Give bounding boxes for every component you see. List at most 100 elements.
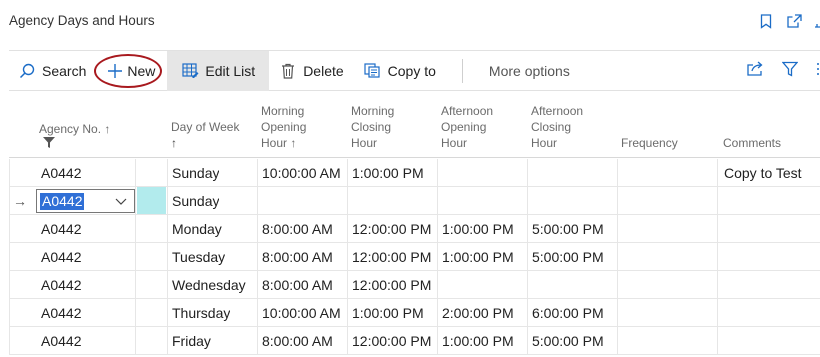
cell-agency-no[interactable]: A0442: [37, 215, 81, 243]
cell-comments[interactable]: [720, 327, 724, 355]
table-row[interactable]: A0442 Monday 8:00:00 AM 12:00:00 PM 1:00:00 …: [9, 215, 820, 243]
cell-morning-closing-hour[interactable]: 12:00:00 PM: [348, 243, 431, 271]
column-comments[interactable]: Comments: [723, 135, 781, 151]
copy-to-button[interactable]: Copy to: [354, 51, 446, 91]
column-filter-icon: [43, 137, 55, 148]
cell-afternoon-closing-hour[interactable]: [528, 271, 532, 299]
header-line: Hour ↑: [261, 136, 297, 150]
cell-afternoon-opening-hour[interactable]: 1:00:00 PM: [438, 215, 514, 243]
cell-day-of-week[interactable]: Monday: [168, 215, 222, 243]
column-morning-opening-hour[interactable]: Morning Opening Hour ↑: [261, 103, 306, 151]
cell-comments[interactable]: [720, 187, 724, 215]
cell-afternoon-closing-hour[interactable]: 5:00:00 PM: [528, 215, 604, 243]
search-button[interactable]: Search: [9, 51, 96, 91]
header-line: Morning: [351, 104, 395, 118]
page-title: Agency Days and Hours: [9, 13, 155, 28]
header-line: Closing: [351, 120, 392, 134]
table-row[interactable]: A0442 Wednesday 8:00:00 AM 12:00:00 PM: [9, 271, 820, 299]
cell-afternoon-opening-hour[interactable]: 2:00:00 PM: [438, 299, 514, 327]
cell-frequency[interactable]: [618, 187, 622, 215]
cell-frequency[interactable]: [618, 327, 622, 355]
cell-divider: [717, 243, 718, 271]
cell-afternoon-closing-hour[interactable]: [528, 159, 532, 187]
header-line: Hour: [351, 136, 378, 150]
table-row[interactable]: → A0442 Sunday: [9, 187, 820, 215]
table-row[interactable]: A0442 Friday 8:00:00 AM 12:00:00 PM 1:00:00 …: [9, 327, 820, 355]
column-afternoon-opening-hour[interactable]: Afternoon Opening Hour: [441, 103, 493, 151]
cell-morning-opening-hour[interactable]: 8:00:00 AM: [258, 271, 333, 299]
cell-morning-closing-hour[interactable]: 1:00:00 PM: [348, 159, 424, 187]
column-frequency[interactable]: Frequency: [621, 135, 678, 151]
more-vertical-icon[interactable]: [816, 61, 820, 82]
cell-afternoon-opening-hour[interactable]: [438, 159, 442, 187]
cell-afternoon-closing-hour[interactable]: 5:00:00 PM: [528, 327, 604, 355]
cell-frequency[interactable]: [618, 215, 622, 243]
cell-day-of-week[interactable]: Sunday: [168, 159, 219, 187]
cell-comments[interactable]: [720, 299, 724, 327]
cell-agency-no[interactable]: A0442: [37, 159, 81, 187]
cell-morning-opening-hour[interactable]: 10:00:00 AM: [258, 299, 341, 327]
open-new-window-icon[interactable]: [786, 12, 802, 30]
cell-agency-no[interactable]: A0442: [37, 271, 81, 299]
cell-agency-no[interactable]: A0442: [37, 327, 81, 355]
cell-morning-opening-hour[interactable]: 8:00:00 AM: [258, 327, 333, 355]
column-day-of-week[interactable]: Day of Week ↑: [171, 119, 239, 151]
cell-morning-closing-hour[interactable]: [348, 187, 352, 215]
cell-morning-opening-hour[interactable]: 8:00:00 AM: [258, 243, 333, 271]
delete-button[interactable]: Delete: [269, 51, 353, 91]
cell-divider: [717, 271, 718, 299]
more-options-button[interactable]: More options: [479, 51, 580, 91]
cell-morning-closing-hour[interactable]: 12:00:00 PM: [348, 327, 431, 355]
header-line: Morning: [261, 104, 305, 118]
agency-no-input[interactable]: A0442: [36, 189, 135, 213]
cell-afternoon-closing-hour[interactable]: 6:00:00 PM: [528, 299, 604, 327]
cell-day-of-week[interactable]: Wednesday: [168, 271, 246, 299]
cell-afternoon-closing-hour[interactable]: 5:00:00 PM: [528, 243, 604, 271]
cell-frequency[interactable]: [618, 159, 622, 187]
cell-morning-closing-hour[interactable]: 12:00:00 PM: [348, 215, 431, 243]
header-line: Closing: [531, 120, 572, 134]
table-row[interactable]: A0442 Thursday 10:00:00 AM 1:00:00 PM 2:00:0…: [9, 299, 820, 327]
cell-day-of-week[interactable]: Thursday: [168, 299, 230, 327]
cell-frequency[interactable]: [618, 243, 622, 271]
table-row[interactable]: A0442 Tuesday 8:00:00 AM 12:00:00 PM 1:00:00…: [9, 243, 820, 271]
bookmark-icon[interactable]: [758, 12, 774, 30]
table-row[interactable]: A0442 Sunday 10:00:00 AM 1:00:00 PM Copy to …: [9, 159, 820, 187]
cell-morning-opening-hour[interactable]: [258, 187, 262, 215]
cell-afternoon-closing-hour[interactable]: [528, 187, 532, 215]
cell-morning-closing-hour[interactable]: 12:00:00 PM: [348, 271, 431, 299]
cell-morning-closing-hour[interactable]: 1:00:00 PM: [348, 299, 424, 327]
cell-comments[interactable]: Copy to Test: [720, 159, 802, 187]
cell-agency-no[interactable]: A0442: [37, 299, 81, 327]
new-button[interactable]: New: [94, 51, 165, 91]
cell-comments[interactable]: [720, 271, 724, 299]
cell-comments[interactable]: [720, 215, 724, 243]
cell-morning-opening-hour[interactable]: 10:00:00 AM: [258, 159, 341, 187]
collapse-icon[interactable]: [814, 12, 820, 30]
grid-header: Agency No. ↑ Day of Week ↑ Morning Openi…: [9, 92, 820, 158]
cell-divider: [9, 299, 10, 327]
delete-label: Delete: [303, 62, 344, 79]
column-morning-closing-hour[interactable]: Morning Closing Hour: [351, 103, 394, 151]
cell-frequency[interactable]: [618, 299, 622, 327]
share-icon[interactable]: [747, 61, 764, 81]
chevron-down-icon[interactable]: [114, 194, 128, 208]
cell-afternoon-opening-hour[interactable]: 1:00:00 PM: [438, 243, 514, 271]
edit-list-button[interactable]: Edit List: [167, 50, 270, 91]
cell-morning-opening-hour[interactable]: 8:00:00 AM: [258, 215, 333, 243]
cell-day-of-week[interactable]: Tuesday: [168, 243, 225, 271]
cell-afternoon-opening-hour[interactable]: 1:00:00 PM: [438, 327, 514, 355]
cell-agency-no[interactable]: A0442: [37, 243, 81, 271]
filter-icon[interactable]: [781, 61, 799, 82]
cell-frequency[interactable]: [618, 271, 622, 299]
cell-comments[interactable]: [720, 243, 724, 271]
sort-ascending-icon: ↑: [171, 136, 177, 150]
cell-day-of-week[interactable]: Friday: [168, 327, 211, 355]
cell-afternoon-opening-hour[interactable]: [438, 271, 442, 299]
column-agency-no[interactable]: Agency No. ↑: [39, 121, 110, 137]
cell-divider: [135, 299, 136, 327]
column-afternoon-closing-hour[interactable]: Afternoon Closing Hour: [531, 103, 583, 151]
cell-day-of-week[interactable]: Sunday: [168, 187, 219, 215]
agency-no-value: A0442: [40, 193, 85, 210]
cell-afternoon-opening-hour[interactable]: [438, 187, 442, 215]
